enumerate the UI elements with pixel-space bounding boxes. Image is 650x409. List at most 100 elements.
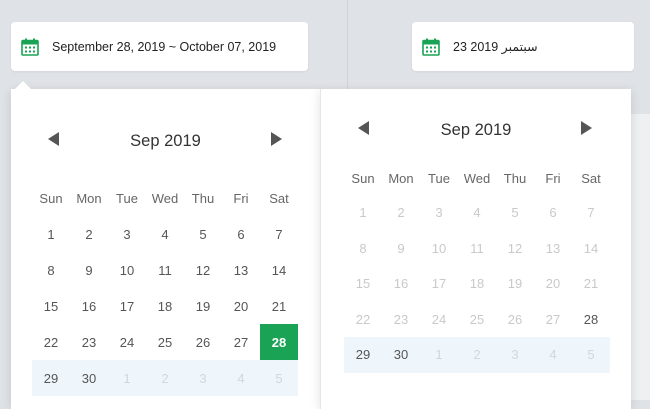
- day-cell[interactable]: 1: [108, 360, 146, 396]
- weekday-label: Sun: [39, 190, 63, 206]
- day-cell[interactable]: 3: [184, 360, 222, 396]
- day-cell[interactable]: 10: [108, 252, 146, 288]
- day-cell[interactable]: 9: [382, 231, 420, 267]
- day-cell[interactable]: 9: [70, 252, 108, 288]
- day-cell[interactable]: 21: [260, 288, 298, 324]
- arabic-date-input[interactable]: 23 2019 سبتمبر: [412, 22, 634, 71]
- week-row: 22 23 24 25 26 27 28: [32, 324, 298, 360]
- date-range-input[interactable]: September 28, 2019 ~ October 07, 2019: [11, 22, 308, 71]
- day-cell[interactable]: 29: [344, 337, 382, 373]
- right-calendar-popup: Sep 2019 Sun Mon Tue Wed Thu Fri Sat 123456789…: [320, 89, 631, 409]
- day-cell[interactable]: 4: [146, 216, 184, 252]
- day-cell[interactable]: 14: [572, 231, 610, 267]
- day-cell[interactable]: 1: [420, 337, 458, 373]
- day-cell[interactable]: 14: [260, 252, 298, 288]
- day-cell[interactable]: 5: [184, 216, 222, 252]
- next-month-button[interactable]: [271, 132, 282, 146]
- next-month-button[interactable]: [581, 121, 592, 135]
- day-cell[interactable]: 19: [496, 266, 534, 302]
- day-cell[interactable]: 4: [222, 360, 260, 396]
- prev-month-button[interactable]: [358, 121, 369, 135]
- day-cell[interactable]: 20: [534, 266, 572, 302]
- day-cell[interactable]: 21: [572, 266, 610, 302]
- day-cell[interactable]: 2: [146, 360, 184, 396]
- week-row: 22 23 24 25 26 27 28: [344, 302, 610, 338]
- week-row: 1234567: [32, 216, 298, 252]
- day-cell[interactable]: 6: [534, 195, 572, 231]
- day-cell[interactable]: 23: [382, 302, 420, 338]
- week-row: 15 16 17 18 19 20 21: [344, 266, 610, 302]
- weekday-label: Sat: [581, 170, 601, 186]
- calendar-icon: [21, 38, 39, 56]
- day-cell[interactable]: 11: [146, 252, 184, 288]
- day-cell[interactable]: 7: [260, 216, 298, 252]
- day-cell[interactable]: 16: [70, 288, 108, 324]
- day-cell[interactable]: 6: [222, 216, 260, 252]
- day-cell[interactable]: 27: [222, 324, 260, 360]
- day-cell[interactable]: 12: [184, 252, 222, 288]
- day-cell[interactable]: 24: [108, 324, 146, 360]
- day-cell[interactable]: 24: [420, 302, 458, 338]
- day-cell[interactable]: 4: [458, 195, 496, 231]
- day-cell[interactable]: 30: [382, 337, 420, 373]
- weekday-label: Mon: [76, 190, 102, 206]
- weekday-header: Sun Mon Tue Wed Thu Fri Sat: [32, 180, 298, 216]
- day-cell[interactable]: 16: [382, 266, 420, 302]
- calendar-icon: [422, 38, 440, 56]
- day-cell[interactable]: 28: [572, 302, 610, 338]
- day-cell[interactable]: 12: [496, 231, 534, 267]
- day-cell[interactable]: 13: [222, 252, 260, 288]
- day-cell[interactable]: 25: [458, 302, 496, 338]
- popup-edge: [630, 114, 650, 400]
- day-cell[interactable]: 22: [32, 324, 70, 360]
- day-cell[interactable]: 28: [260, 324, 298, 360]
- day-cell[interactable]: 15: [344, 266, 382, 302]
- month-title: Sep 2019: [440, 120, 512, 139]
- left-calendar-popup: Sep 2019 Sun Mon Tue Wed Thu Fri Sat 123456789…: [11, 81, 320, 409]
- weekday-label: Fri: [233, 190, 249, 206]
- day-cell[interactable]: 1: [344, 195, 382, 231]
- weekday-header: Sun Mon Tue Wed Thu Fri Sat: [344, 160, 610, 196]
- day-cell[interactable]: 18: [146, 288, 184, 324]
- day-cell[interactable]: 8: [344, 231, 382, 267]
- day-cell[interactable]: 27: [534, 302, 572, 338]
- popup-caret: [15, 81, 31, 89]
- day-cell[interactable]: 15: [32, 288, 70, 324]
- day-cell[interactable]: 3: [420, 195, 458, 231]
- day-cell[interactable]: 5: [260, 360, 298, 396]
- day-cell[interactable]: 8: [32, 252, 70, 288]
- day-cell[interactable]: 18: [458, 266, 496, 302]
- day-cell[interactable]: 13: [534, 231, 572, 267]
- weekday-label: Thu: [191, 190, 215, 206]
- day-cell[interactable]: 3: [108, 216, 146, 252]
- week-row: 29 30 1 2 3 4 5: [344, 337, 610, 373]
- weekday-label: Thu: [503, 170, 527, 186]
- day-cell[interactable]: 23: [70, 324, 108, 360]
- day-cell[interactable]: 26: [184, 324, 222, 360]
- day-cell[interactable]: 22: [344, 302, 382, 338]
- day-cell[interactable]: 1: [32, 216, 70, 252]
- day-cell[interactable]: 10: [420, 231, 458, 267]
- day-cell[interactable]: 5: [496, 195, 534, 231]
- day-cell[interactable]: 20: [222, 288, 260, 324]
- day-cell[interactable]: 25: [146, 324, 184, 360]
- day-cell[interactable]: 2: [458, 337, 496, 373]
- week-row: 8 9 10 11 12 13 14: [32, 252, 298, 288]
- day-cell[interactable]: 3: [496, 337, 534, 373]
- day-cell[interactable]: 4: [534, 337, 572, 373]
- day-cell[interactable]: 5: [572, 337, 610, 373]
- day-cell[interactable]: 17: [420, 266, 458, 302]
- day-cell[interactable]: 30: [70, 360, 108, 396]
- day-cell[interactable]: 26: [496, 302, 534, 338]
- weekday-label: Mon: [388, 170, 414, 186]
- weekday-label: Wed: [151, 190, 179, 206]
- day-cell[interactable]: 19: [184, 288, 222, 324]
- day-cell[interactable]: 11: [458, 231, 496, 267]
- day-cell[interactable]: 7: [572, 195, 610, 231]
- day-cell[interactable]: 2: [70, 216, 108, 252]
- day-cell[interactable]: 29: [32, 360, 70, 396]
- day-cell[interactable]: 2: [382, 195, 420, 231]
- day-cell[interactable]: 17: [108, 288, 146, 324]
- week-row: 29 30 1 2 3 4 5: [32, 360, 298, 396]
- prev-month-button[interactable]: [48, 132, 59, 146]
